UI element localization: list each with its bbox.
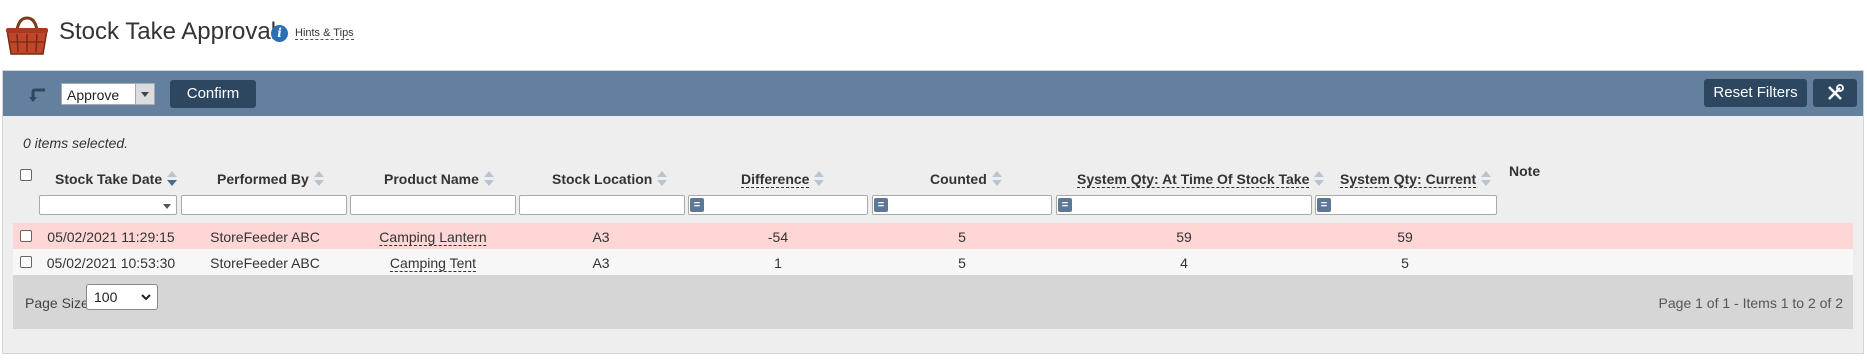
column-header-counted[interactable]: Counted — [930, 171, 1002, 187]
performed-by-filter[interactable] — [181, 195, 347, 215]
equals-operator-icon[interactable]: = — [690, 198, 704, 212]
counted-cell: 5 — [958, 255, 966, 271]
toolbar: Approve Confirm Reset Filters — [3, 71, 1863, 116]
system-qty-at-time-filter[interactable]: = — [1056, 195, 1312, 215]
column-header-stock-location[interactable]: Stock Location — [552, 171, 668, 187]
row-checkbox[interactable] — [20, 230, 32, 242]
chevron-down-icon[interactable] — [135, 84, 154, 104]
column-label: Difference — [741, 171, 810, 188]
sort-icon[interactable] — [814, 171, 825, 187]
system-qty-current-filter[interactable]: = — [1315, 195, 1497, 215]
page-size-label: Page Size: — [25, 295, 93, 311]
performed-by-cell: StoreFeeder ABC — [210, 255, 320, 271]
column-header-difference[interactable]: Difference — [741, 171, 825, 188]
selection-status: 0 items selected. — [23, 135, 129, 151]
product-name-link[interactable]: Camping Tent — [389, 255, 477, 272]
system-qty-at-time-cell: 59 — [1176, 229, 1192, 245]
tools-icon — [1828, 84, 1844, 100]
counted-cell: 5 — [958, 229, 966, 245]
product-name-filter[interactable] — [350, 195, 516, 215]
stock-location-cell: A3 — [592, 255, 610, 271]
stock-take-date-cell: 05/02/2021 11:29:15 — [47, 229, 175, 245]
column-label: System Qty: At Time Of Stock Take — [1077, 171, 1310, 188]
action-select[interactable]: Approve — [61, 83, 155, 105]
column-label: Counted — [930, 171, 987, 187]
equals-operator-icon[interactable]: = — [874, 198, 888, 212]
page-title: Stock Take Approval — [59, 18, 277, 45]
sort-icon[interactable] — [483, 171, 494, 187]
stock-location-cell: A3 — [592, 229, 610, 245]
sort-icon[interactable] — [657, 171, 668, 187]
column-label: Product Name — [384, 171, 479, 187]
sort-icon[interactable] — [1314, 171, 1325, 187]
column-header-system-qty-at-time[interactable]: System Qty: At Time Of Stock Take — [1077, 171, 1325, 188]
stock-location-filter[interactable] — [519, 195, 685, 215]
confirm-button[interactable]: Confirm — [170, 80, 256, 108]
action-select-value: Approve — [67, 87, 120, 103]
difference-cell: -54 — [767, 229, 789, 245]
performed-by-cell: StoreFeeder ABC — [210, 229, 320, 245]
stock-take-panel: Approve Confirm Reset Filters 0 items se… — [2, 70, 1864, 354]
info-icon[interactable]: i — [271, 25, 288, 42]
column-header-system-qty-current[interactable]: System Qty: Current — [1340, 171, 1492, 188]
system-qty-current-cell: 5 — [1401, 255, 1409, 271]
system-qty-current-cell: 59 — [1397, 229, 1413, 245]
system-qty-at-time-cell: 4 — [1180, 255, 1188, 271]
page-size-value: 100 — [94, 289, 118, 305]
pager-footer: Page Size: 100 Page 1 of 1 - Items 1 to … — [13, 275, 1853, 329]
row-checkbox[interactable] — [20, 256, 32, 268]
table-row[interactable]: 05/02/2021 10:53:30 StoreFeeder ABC Camp… — [13, 249, 1853, 275]
basket-icon — [6, 16, 48, 55]
column-header-performed-by[interactable]: Performed By — [217, 171, 324, 187]
return-arrow-icon[interactable] — [28, 85, 48, 105]
column-header-note: Note — [1509, 163, 1541, 179]
sort-icon[interactable] — [1481, 171, 1492, 187]
equals-operator-icon[interactable]: = — [1317, 198, 1331, 212]
sort-icon[interactable] — [313, 171, 324, 187]
column-label: System Qty: Current — [1340, 171, 1477, 188]
chevron-down-icon — [141, 294, 151, 301]
page-header: Stock Take Approval i Hints & Tips — [0, 0, 1867, 70]
sort-icon[interactable] — [991, 171, 1002, 187]
hints-tips-link[interactable]: Hints & Tips — [295, 27, 354, 40]
product-name-link[interactable]: Camping Lantern — [379, 229, 487, 246]
reset-filters-button[interactable]: Reset Filters — [1704, 79, 1807, 107]
difference-filter[interactable]: = — [688, 195, 868, 215]
select-all-checkbox[interactable] — [20, 169, 32, 181]
tools-button[interactable] — [1813, 79, 1857, 107]
column-label: Stock Location — [552, 171, 653, 187]
table-row[interactable]: 05/02/2021 11:29:15 StoreFeeder ABC Camp… — [13, 223, 1853, 249]
page-info: Page 1 of 1 - Items 1 to 2 of 2 — [1658, 295, 1843, 311]
column-label: Performed By — [217, 171, 309, 187]
difference-cell: 1 — [774, 255, 782, 271]
page-size-select[interactable]: 100 — [86, 284, 158, 310]
column-label: Stock Take Date — [55, 171, 163, 187]
column-header-product-name[interactable]: Product Name — [384, 171, 494, 187]
sort-icon[interactable] — [167, 171, 178, 187]
stock-take-date-filter[interactable] — [39, 195, 177, 215]
stock-take-date-cell: 05/02/2021 10:53:30 — [46, 255, 176, 271]
column-header-stock-take-date[interactable]: Stock Take Date — [55, 171, 178, 187]
counted-filter[interactable]: = — [872, 195, 1052, 215]
equals-operator-icon[interactable]: = — [1058, 198, 1072, 212]
